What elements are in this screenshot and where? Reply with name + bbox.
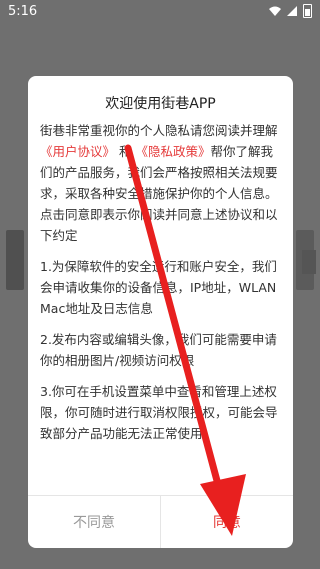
list-item: 1.为保障软件的安全运行和账户安全，我们会申请收集你的设备信息，IP地址，WLA… [40,259,277,316]
consent-text: 点击同意即表示你阅读并同意上述协议和以下约定 [40,207,278,243]
background-element [6,230,24,290]
dialog-content[interactable]: 街巷非常重视你的个人隐私请您阅读并理解《用户协议》 和 《隐私政策》帮你了解我们… [40,120,281,492]
dialog-buttons: 不同意 同意 [28,495,293,548]
list-item: 3.你可在手机设置菜单中查看和管理上述权限，你可随时进行取消权限授权，可能会导致… [40,384,278,441]
status-icons [269,4,312,18]
privacy-policy-link[interactable]: 《隐私政策》 [136,144,211,159]
dialog-title: 欢迎使用街巷APP [105,96,216,112]
status-bar: 5:16 [0,0,320,24]
privacy-dialog: 欢迎使用街巷APP 街巷非常重视你的个人隐私请您阅读并理解《用户协议》 和 《隐… [28,76,293,548]
intro-and: 和 [119,144,132,159]
user-agreement-link[interactable]: 《用户协议》 [40,144,115,159]
intro-text: 街巷非常重视你的个人隐私请您阅读并理解 [40,123,278,138]
agree-button[interactable]: 同意 [161,496,293,548]
intro-paragraph: 街巷非常重视你的个人隐私请您阅读并理解《用户协议》 和 《隐私政策》帮你了解我们… [40,120,281,246]
background-element [302,250,316,274]
signal-icon [287,6,297,16]
list-item: 2.发布内容或编辑头像，我们可能需要申请你的相册图片/视频访问权限 [40,332,277,368]
wifi-icon [269,6,281,16]
battery-icon [303,4,312,18]
status-time: 5:16 [8,4,38,19]
disagree-button[interactable]: 不同意 [28,496,161,548]
